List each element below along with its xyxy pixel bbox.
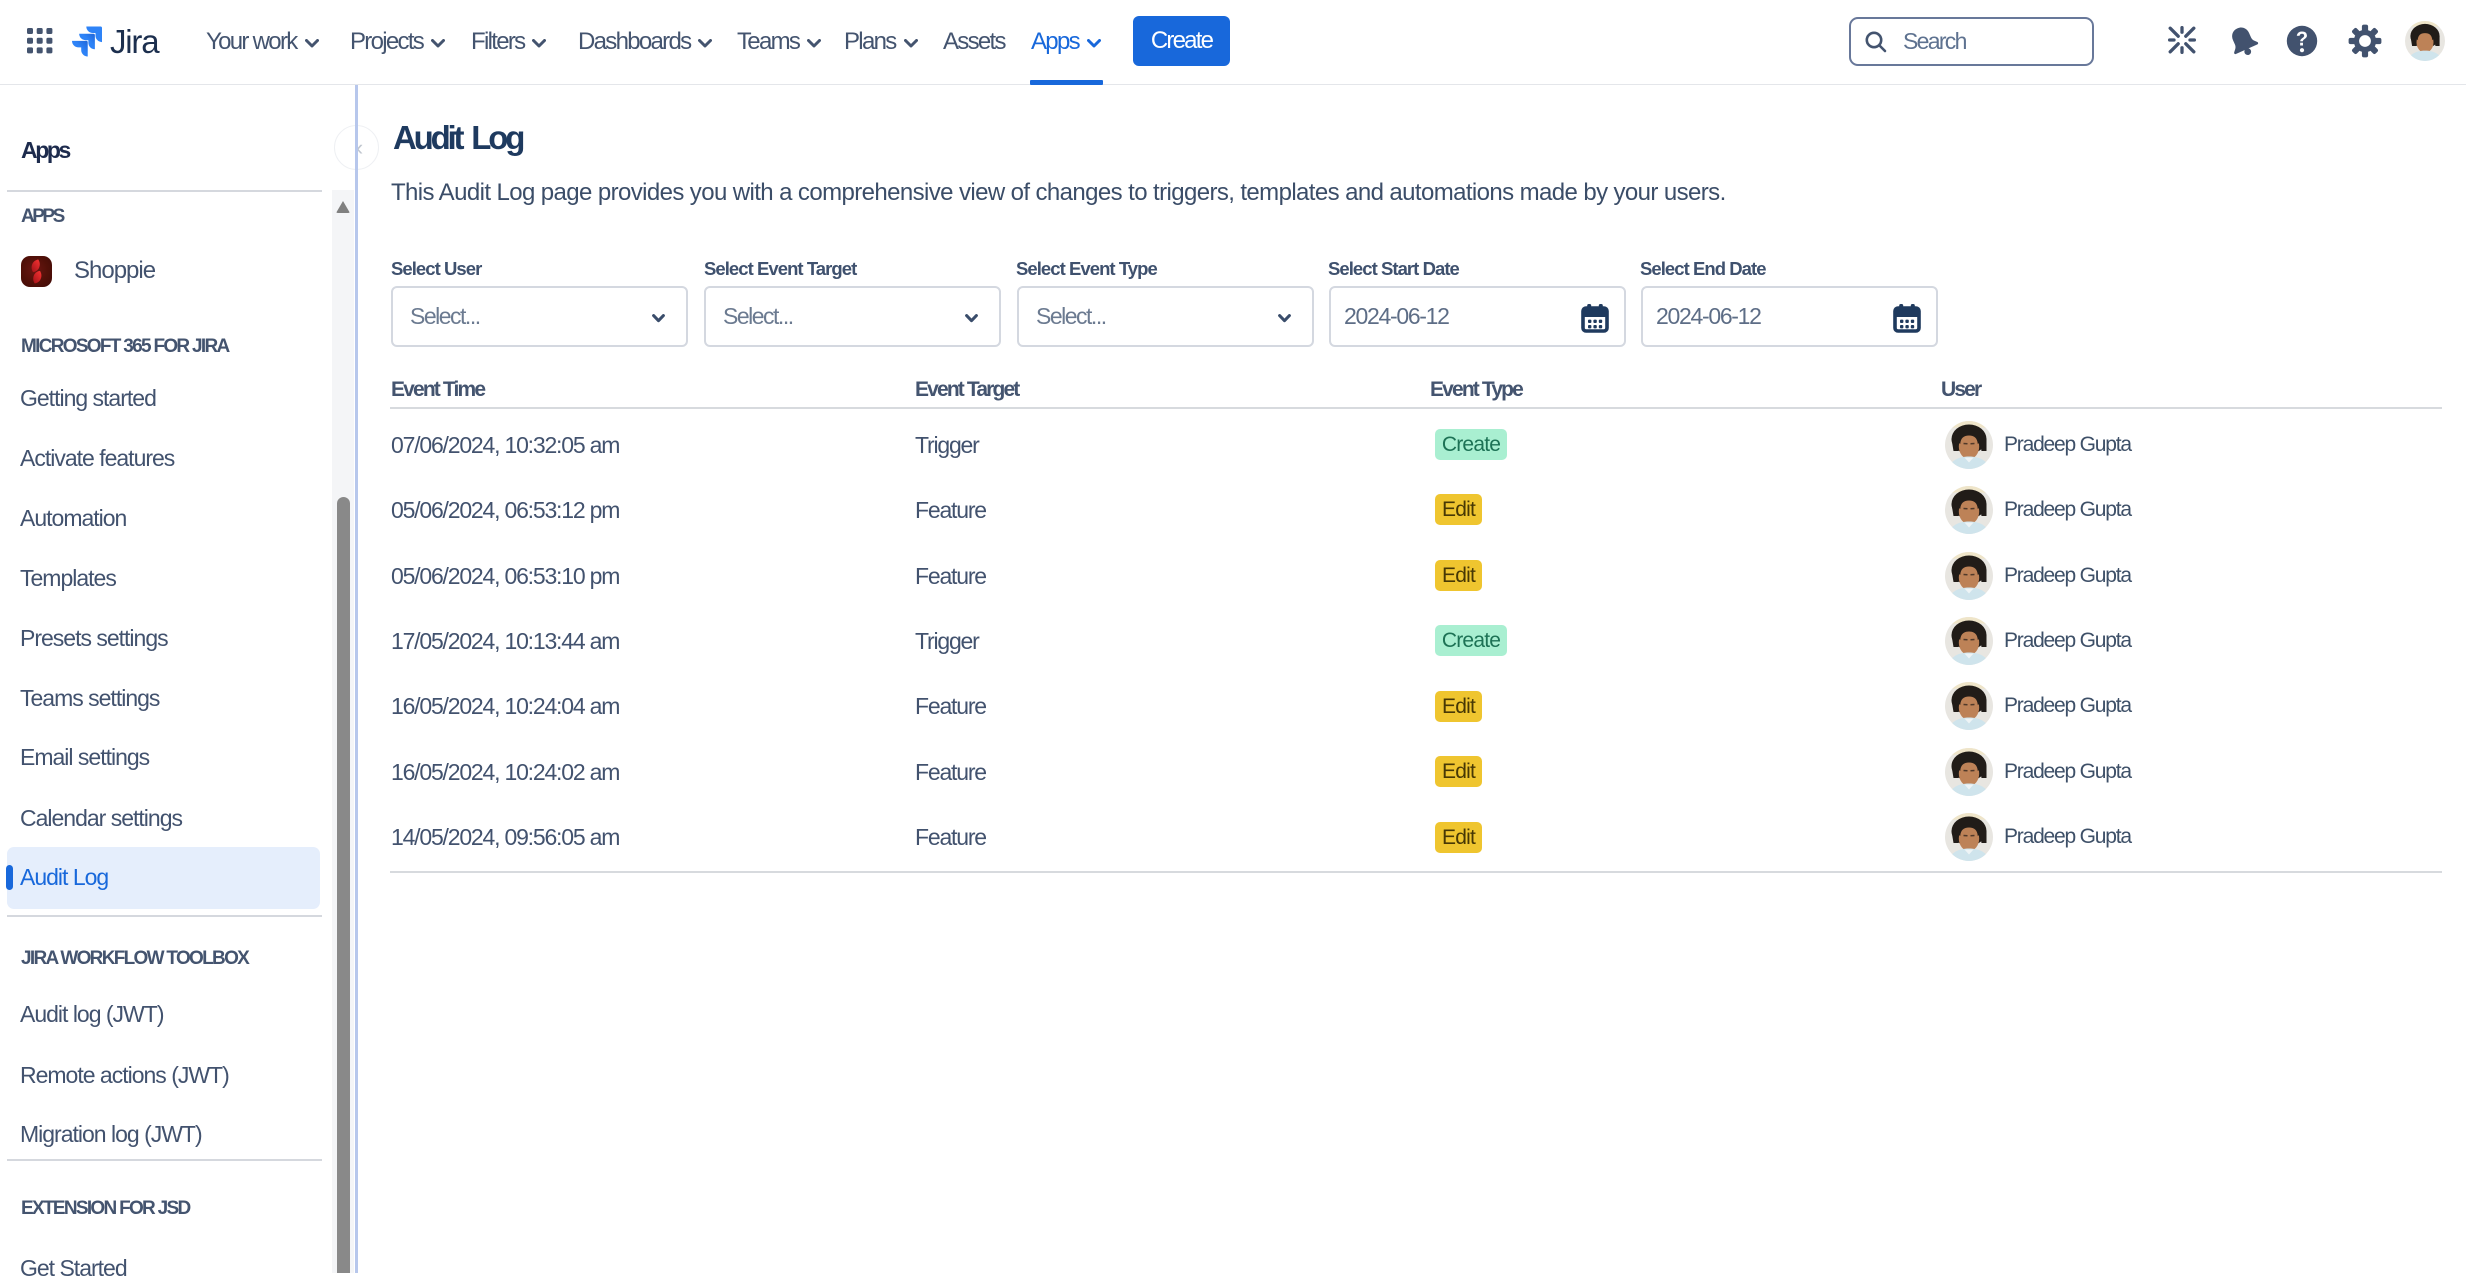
svg-text:?: ? [2296,29,2308,51]
